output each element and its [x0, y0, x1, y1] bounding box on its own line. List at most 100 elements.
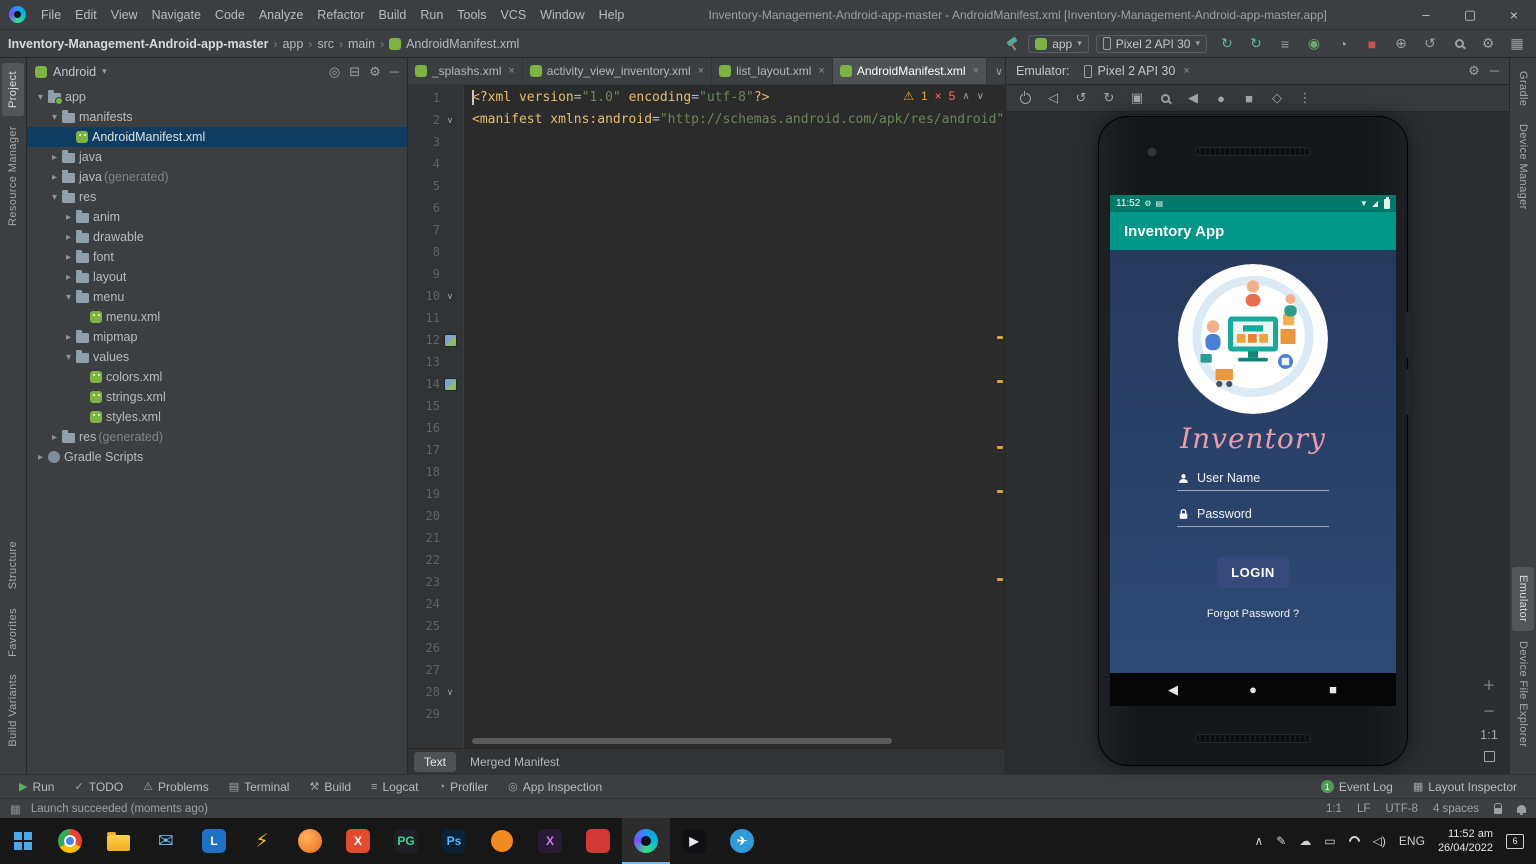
warning-stripe-mark[interactable] — [997, 336, 1003, 339]
language-indicator[interactable]: ENG — [1399, 834, 1425, 848]
tool-build[interactable]: ⚒ Build — [300, 778, 360, 796]
overview-icon[interactable]: ■ — [1242, 91, 1256, 106]
menu-run[interactable]: Run — [413, 3, 450, 27]
menu-analyze[interactable]: Analyze — [252, 3, 310, 27]
attach-debugger-icon[interactable]: ⊕ — [1390, 33, 1412, 55]
layout-inspector-icon[interactable]: ▦ — [1506, 33, 1528, 55]
zoom-fit-icon[interactable] — [1483, 751, 1495, 762]
menu-refactor[interactable]: Refactor — [310, 3, 371, 27]
menu-vcs[interactable]: VCS — [493, 3, 533, 27]
back-icon[interactable]: ◀ — [1186, 90, 1200, 106]
expand-arrow-icon[interactable]: ▸ — [47, 172, 62, 183]
settings-icon[interactable]: ⚙ — [1468, 63, 1480, 79]
sync-icon[interactable]: ↺ — [1419, 33, 1441, 55]
tree-item-app[interactable]: ▾ app — [27, 87, 407, 107]
volume-button[interactable] — [1406, 312, 1410, 358]
nav-back-icon[interactable]: ◀ — [1163, 682, 1183, 698]
tree-item-styles-xml[interactable]: styles.xml — [27, 407, 407, 427]
tool-event-log[interactable]: 1 Event Log — [1312, 778, 1402, 796]
tree-item-values[interactable]: ▾ values — [27, 347, 407, 367]
login-button[interactable]: LOGIN — [1217, 557, 1289, 588]
error-stripe[interactable] — [995, 85, 1005, 748]
taskbar-pycharm[interactable]: PG — [382, 818, 430, 864]
tab-splashs-xml[interactable]: _splashs.xml × — [408, 58, 523, 84]
volume-icon[interactable]: ◁ — [1046, 90, 1060, 106]
breadcrumb-item-inventory-management-android-app-master[interactable]: Inventory-Management-Android-app-master — [8, 37, 268, 51]
tabs-overflow-icon[interactable]: ∨ — [987, 58, 1005, 84]
tab-activity-view-inventory-xml[interactable]: activity_view_inventory.xml × — [523, 58, 713, 84]
screenshot-icon[interactable]: ▣ — [1130, 90, 1144, 106]
action-center-icon[interactable]: 6 — [1506, 833, 1524, 849]
maximize-button[interactable]: ▢ — [1448, 0, 1492, 30]
emulator-device-tab[interactable]: Pixel 2 API 30 × — [1078, 62, 1196, 80]
debug-icon[interactable]: ◉ — [1303, 33, 1325, 55]
apply-code-changes-icon[interactable]: ↻ — [1245, 33, 1267, 55]
tray-onedrive-icon[interactable]: ☁ — [1299, 834, 1311, 848]
menu-code[interactable]: Code — [208, 3, 252, 27]
close-icon[interactable]: × — [973, 65, 979, 77]
tree-item-colors-xml[interactable]: colors.xml — [27, 367, 407, 387]
tree-item-drawable[interactable]: ▸ drawable — [27, 227, 407, 247]
rotate-left-icon[interactable]: ↺ — [1074, 90, 1088, 106]
tool-logcat[interactable]: ≡ Logcat — [362, 778, 427, 796]
taskbar-chrome[interactable] — [46, 818, 94, 864]
tab-list-layout-xml[interactable]: list_layout.xml × — [712, 58, 833, 84]
inspections-widget[interactable]: ⚠ 1 × 5 ∧ ∨ — [898, 88, 989, 104]
tree-item-layout[interactable]: ▸ layout — [27, 267, 407, 287]
warning-stripe-mark[interactable] — [997, 380, 1003, 383]
collapse-arrow-icon[interactable]: ▾ — [33, 92, 48, 103]
password-field[interactable]: Password — [1177, 507, 1329, 527]
menu-window[interactable]: Window — [533, 3, 591, 27]
fold-arrow-icon[interactable]: ∨ — [440, 109, 460, 131]
tray-expand-icon[interactable]: ∧ — [1254, 834, 1263, 848]
run-config-selector[interactable]: app ▾ — [1028, 34, 1089, 53]
expand-arrow-icon[interactable]: ▸ — [47, 152, 62, 163]
expand-arrow-icon[interactable]: ▸ — [33, 452, 48, 463]
menu-view[interactable]: View — [104, 3, 145, 27]
stop-icon[interactable]: ■ — [1361, 33, 1383, 55]
readonly-lock-icon[interactable] — [1493, 802, 1502, 814]
breadcrumb-item-src[interactable]: src — [317, 37, 334, 51]
tree-item-manifests[interactable]: ▾ manifests — [27, 107, 407, 127]
settings-icon[interactable]: ⚙ — [1477, 33, 1499, 55]
apply-changes-icon[interactable]: ↻ — [1216, 33, 1238, 55]
minimize-button[interactable]: – — [1404, 0, 1448, 30]
zoom-in-button[interactable]: ＋ — [1479, 675, 1499, 694]
tool-profiler[interactable]: ◔ Profiler — [430, 778, 498, 796]
zoom-out-button[interactable]: ─ — [1479, 703, 1499, 718]
device-selector[interactable]: Pixel 2 API 30 ▾ — [1095, 34, 1207, 53]
collapse-all-icon[interactable]: ⊟ — [349, 64, 360, 80]
zoom-reset-button[interactable]: 1:1 — [1479, 727, 1499, 742]
menu-tools[interactable]: Tools — [450, 3, 493, 27]
home-icon[interactable]: ● — [1214, 91, 1228, 106]
collapse-arrow-icon[interactable]: ▾ — [47, 112, 62, 123]
taskbar-file-explorer[interactable] — [94, 818, 142, 864]
forgot-password-link[interactable]: Forgot Password ? — [1207, 608, 1299, 620]
fold-arrow-icon[interactable]: ∨ — [440, 681, 460, 703]
tool-problems[interactable]: ⚠ Problems — [134, 778, 218, 796]
collapse-arrow-icon[interactable]: ▾ — [47, 192, 62, 203]
tool-terminal[interactable]: ▤ Terminal — [220, 778, 299, 796]
tool-app-inspection[interactable]: ◎ App Inspection — [499, 778, 611, 796]
hide-panel-icon[interactable]: ─ — [390, 64, 399, 80]
close-icon[interactable]: × — [508, 65, 514, 77]
caret-position[interactable]: 1:1 — [1326, 803, 1342, 815]
tab-merged-manifest[interactable]: Merged Manifest — [460, 752, 569, 772]
start-button[interactable] — [0, 818, 46, 864]
expand-arrow-icon[interactable]: ▸ — [61, 232, 76, 243]
tree-item-menu[interactable]: ▾ menu — [27, 287, 407, 307]
stripe-tab-favorites[interactable]: Favorites — [2, 600, 24, 665]
tray-volume-icon[interactable]: ◁) — [1373, 834, 1386, 848]
tray-pen-icon[interactable]: ✎ — [1276, 834, 1286, 848]
tab-androidmanifest-xml[interactable]: AndroidManifest.xml × — [832, 58, 988, 84]
stripe-tab-emulator[interactable]: Emulator — [1512, 567, 1534, 631]
warning-stripe-mark[interactable] — [997, 490, 1003, 493]
taskbar-red-app[interactable] — [574, 818, 622, 864]
snapshot-icon[interactable]: ◇ — [1270, 90, 1284, 106]
warning-stripe-mark[interactable] — [997, 446, 1003, 449]
tool-todo[interactable]: ✓ TODO — [65, 778, 132, 796]
indent-setting[interactable]: 4 spaces — [1433, 803, 1479, 815]
stripe-tab-gradle[interactable]: Gradle — [1512, 63, 1534, 114]
project-panel-header[interactable]: Android ▾ ◎ ⊟ ⚙ ─ — [27, 58, 407, 85]
zoom-icon[interactable] — [1158, 93, 1172, 103]
